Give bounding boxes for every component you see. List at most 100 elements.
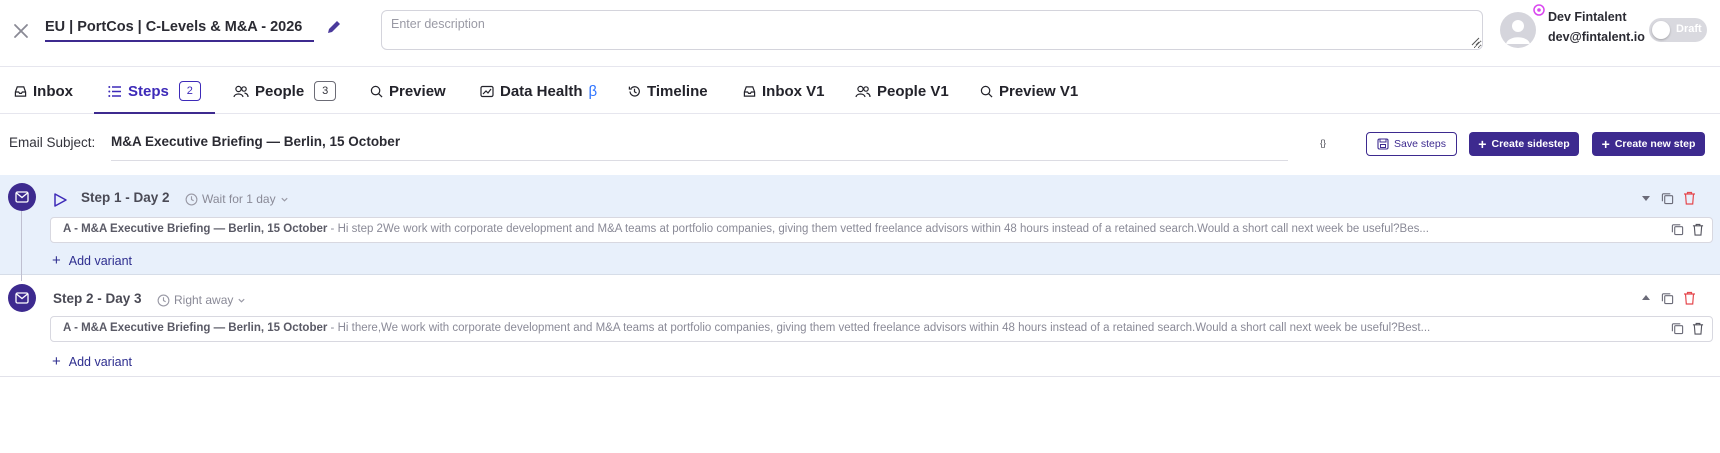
tab-label: Preview bbox=[389, 82, 446, 100]
save-icon bbox=[1377, 138, 1389, 150]
sync-badge-icon bbox=[1533, 4, 1545, 16]
clock-icon bbox=[157, 294, 170, 306]
variant-label: A - M&A Executive Briefing — Berlin, 15 … bbox=[63, 223, 328, 235]
copy-icon[interactable] bbox=[1671, 322, 1684, 335]
trash-icon[interactable] bbox=[1683, 191, 1696, 205]
mail-icon bbox=[15, 292, 29, 304]
tab-steps[interactable]: Steps 2 bbox=[94, 68, 215, 114]
trash-icon[interactable] bbox=[1683, 291, 1696, 305]
tab-count-badge: 3 bbox=[314, 81, 337, 101]
variant-body: - Hi there,We work with corporate develo… bbox=[327, 322, 1431, 334]
tab-label: Timeline bbox=[647, 82, 708, 100]
chart-icon bbox=[480, 85, 494, 97]
tab-count-badge: 2 bbox=[178, 81, 201, 101]
create-sidestep-button[interactable]: + Create sidestep bbox=[1469, 132, 1579, 156]
pencil-icon bbox=[328, 21, 340, 33]
variant-actions bbox=[1671, 223, 1704, 236]
resize-grip-icon[interactable] bbox=[1470, 36, 1480, 46]
trash-icon[interactable] bbox=[1692, 223, 1704, 236]
add-variant-button[interactable]: + Add variant bbox=[52, 353, 132, 370]
step-title: Step 1 - Day 2 bbox=[81, 190, 170, 205]
clock-icon bbox=[185, 193, 198, 205]
expand-caret-icon[interactable] bbox=[1640, 292, 1652, 304]
mail-icon bbox=[15, 191, 29, 203]
tab-label: Data Health bbox=[500, 82, 583, 100]
step-actions bbox=[1640, 291, 1696, 305]
tab-label: People V1 bbox=[877, 82, 949, 100]
add-variant-label: Add variant bbox=[68, 253, 132, 268]
description-input[interactable] bbox=[381, 10, 1483, 50]
close-icon bbox=[14, 24, 28, 38]
user-icon bbox=[1506, 20, 1530, 44]
tab-data-health[interactable]: Data Health β bbox=[480, 68, 597, 114]
plus-icon: + bbox=[52, 353, 61, 370]
tab-people[interactable]: People 3 bbox=[233, 68, 337, 114]
save-steps-label: Save steps bbox=[1394, 138, 1446, 150]
save-steps-button[interactable]: Save steps bbox=[1366, 132, 1457, 156]
toggle-knob bbox=[1652, 21, 1670, 39]
search-icon bbox=[370, 85, 383, 97]
variant-row[interactable]: A - M&A Executive Briefing — Berlin, 15 … bbox=[50, 217, 1713, 243]
people-icon bbox=[233, 85, 249, 97]
step-card[interactable]: Step 2 - Day 3 Right away A - M&A Execut… bbox=[0, 276, 1720, 377]
wait-dropdown[interactable]: Wait for 1 day bbox=[185, 192, 289, 206]
edit-title-button[interactable] bbox=[324, 17, 344, 37]
tab-timeline[interactable]: Timeline bbox=[628, 68, 708, 114]
chevron-down-icon bbox=[238, 298, 245, 303]
campaign-title: EU | PortCos | C-Levels & M&A - 2026 bbox=[45, 19, 303, 35]
tab-preview[interactable]: Preview bbox=[370, 68, 446, 114]
add-variant-button[interactable]: + Add variant bbox=[52, 252, 132, 269]
step-actions bbox=[1640, 191, 1696, 205]
timeline-connector bbox=[21, 211, 22, 281]
step-title: Step 2 - Day 3 bbox=[53, 291, 142, 306]
tab-label: Steps bbox=[128, 82, 169, 100]
wait-label: Right away bbox=[174, 293, 234, 307]
step-card[interactable]: Step 1 - Day 2 Wait for 1 day A - M&A Ex… bbox=[0, 175, 1720, 275]
inbox-icon bbox=[743, 85, 756, 97]
variant-preview: A - M&A Executive Briefing — Berlin, 15 … bbox=[63, 322, 1503, 334]
inbox-icon bbox=[14, 85, 27, 97]
variant-body: - Hi step 2We work with corporate develo… bbox=[327, 223, 1429, 235]
draft-toggle[interactable]: Draft bbox=[1649, 18, 1707, 42]
tab-preview-v1[interactable]: Preview V1 bbox=[980, 68, 1078, 114]
plus-icon: + bbox=[1601, 136, 1610, 152]
avatar[interactable] bbox=[1500, 12, 1536, 48]
tab-inbox[interactable]: Inbox bbox=[14, 68, 73, 114]
tab-label: Preview V1 bbox=[999, 82, 1079, 100]
plus-icon: + bbox=[1478, 136, 1487, 152]
email-subject-label: Email Subject: bbox=[9, 135, 96, 150]
play-icon[interactable] bbox=[52, 192, 68, 208]
trash-icon[interactable] bbox=[1692, 322, 1704, 335]
email-subject-input[interactable]: M&A Executive Briefing — Berlin, 15 Octo… bbox=[111, 134, 400, 149]
history-icon bbox=[628, 85, 640, 97]
list-icon bbox=[108, 85, 121, 97]
wait-dropdown[interactable]: Right away bbox=[157, 293, 246, 307]
tab-people-v1[interactable]: People V1 bbox=[855, 68, 949, 114]
collapse-caret-icon[interactable] bbox=[1640, 192, 1652, 204]
tab-label: Inbox V1 bbox=[762, 82, 825, 100]
beta-badge: β bbox=[588, 82, 598, 100]
tab-label: Inbox bbox=[33, 82, 73, 100]
tab-inbox-v1[interactable]: Inbox V1 bbox=[743, 68, 825, 114]
variant-actions bbox=[1671, 322, 1704, 335]
copy-icon[interactable] bbox=[1661, 292, 1674, 305]
variant-label: A - M&A Executive Briefing — Berlin, 15 … bbox=[63, 322, 328, 334]
copy-icon[interactable] bbox=[1671, 223, 1684, 236]
people-icon bbox=[855, 85, 871, 97]
tab-label: People bbox=[255, 82, 305, 100]
plus-icon: + bbox=[52, 252, 61, 269]
close-button[interactable] bbox=[10, 20, 32, 42]
search-icon bbox=[980, 85, 993, 97]
variables-button[interactable]: {} bbox=[1320, 138, 1326, 148]
create-sidestep-label: Create sidestep bbox=[1491, 138, 1570, 150]
chevron-down-icon bbox=[280, 197, 288, 202]
step-email-marker bbox=[8, 284, 36, 312]
copy-icon[interactable] bbox=[1661, 192, 1674, 205]
create-new-step-button[interactable]: + Create new step bbox=[1592, 132, 1705, 156]
user-email: dev@fintalent.io bbox=[1548, 30, 1645, 44]
step-email-marker bbox=[8, 183, 36, 211]
email-subject-row: Email Subject: M&A Executive Briefing — … bbox=[0, 115, 1720, 175]
user-name: Dev Fintalent bbox=[1548, 10, 1627, 24]
variant-row[interactable]: A - M&A Executive Briefing — Berlin, 15 … bbox=[50, 316, 1713, 342]
campaign-title-field[interactable]: EU | PortCos | C-Levels & M&A - 2026 bbox=[45, 14, 314, 42]
